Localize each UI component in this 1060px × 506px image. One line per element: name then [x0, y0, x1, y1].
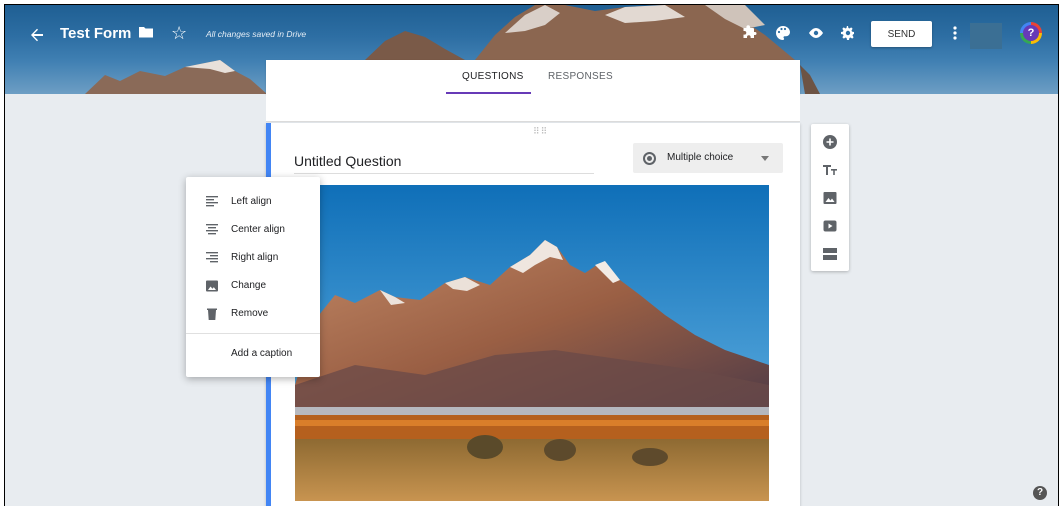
menu-item-label: Right align [231, 252, 279, 263]
account-avatar[interactable] [970, 23, 1002, 49]
radio-button-icon [643, 152, 656, 165]
add-ons-icon[interactable] [741, 24, 759, 42]
align-right-icon [206, 252, 218, 263]
menu-item-label: Add a caption [231, 348, 293, 359]
question-type-label: Multiple choice [667, 152, 734, 163]
help-menu-icon[interactable]: ? [1020, 22, 1042, 44]
align-center-icon [206, 224, 218, 235]
question-card[interactable]: ⠿⠿ Untitled Question Multiple choice [266, 123, 800, 506]
image-options-menu: Left align Center align Right align Chan… [186, 177, 320, 377]
form-title[interactable]: Test Form [60, 25, 131, 42]
form-description-card[interactable] [266, 94, 800, 122]
menu-item-label: Center align [231, 224, 285, 235]
trash-icon [207, 308, 217, 320]
menu-item-add-caption[interactable]: Add a caption [186, 341, 320, 367]
tabs-bar: QUESTIONS RESPONSES [266, 60, 800, 94]
menu-item-label: Remove [231, 308, 269, 319]
add-section-icon[interactable] [822, 246, 838, 262]
menu-item-center-align[interactable]: Center align [186, 217, 320, 243]
title-text-icon[interactable] [822, 162, 838, 178]
menu-divider [186, 333, 320, 334]
settings-gear-icon[interactable] [839, 24, 857, 42]
image-icon [206, 280, 218, 292]
tab-questions[interactable]: QUESTIONS [462, 71, 524, 82]
question-type-select[interactable]: Multiple choice [633, 143, 783, 173]
add-image-icon[interactable] [822, 190, 838, 206]
star-icon[interactable]: ☆ [171, 23, 187, 44]
page-frame: Test Form ☆ All changes saved in Drive S… [4, 4, 1059, 506]
palette-icon[interactable] [774, 24, 792, 42]
back-arrow-icon[interactable] [27, 25, 47, 45]
help-icon[interactable]: ? [1033, 486, 1047, 500]
menu-item-label: Left align [231, 196, 272, 207]
top-toolbar: Test Form ☆ All changes saved in Drive S… [5, 5, 1058, 65]
menu-item-remove-image[interactable]: Remove [186, 301, 320, 327]
menu-item-label: Change [231, 280, 267, 291]
chevron-down-icon [761, 156, 769, 161]
drag-handle-icon[interactable]: ⠿⠿ [533, 126, 548, 137]
add-video-icon[interactable] [822, 218, 838, 234]
menu-item-right-align[interactable]: Right align [186, 245, 320, 271]
send-button[interactable]: SEND [871, 21, 932, 47]
more-vert-icon[interactable] [952, 24, 958, 42]
question-image[interactable] [295, 185, 769, 501]
align-left-icon [206, 196, 218, 207]
add-question-icon[interactable] [822, 134, 838, 150]
save-status: All changes saved in Drive [206, 29, 307, 39]
menu-item-change-image[interactable]: Change [186, 273, 320, 299]
side-toolbar [811, 124, 849, 271]
preview-eye-icon[interactable] [807, 24, 825, 42]
question-title-field[interactable]: Untitled Question [294, 153, 594, 174]
menu-item-left-align[interactable]: Left align [186, 189, 320, 215]
tab-responses[interactable]: RESPONSES [548, 71, 613, 82]
folder-icon[interactable] [138, 25, 154, 39]
